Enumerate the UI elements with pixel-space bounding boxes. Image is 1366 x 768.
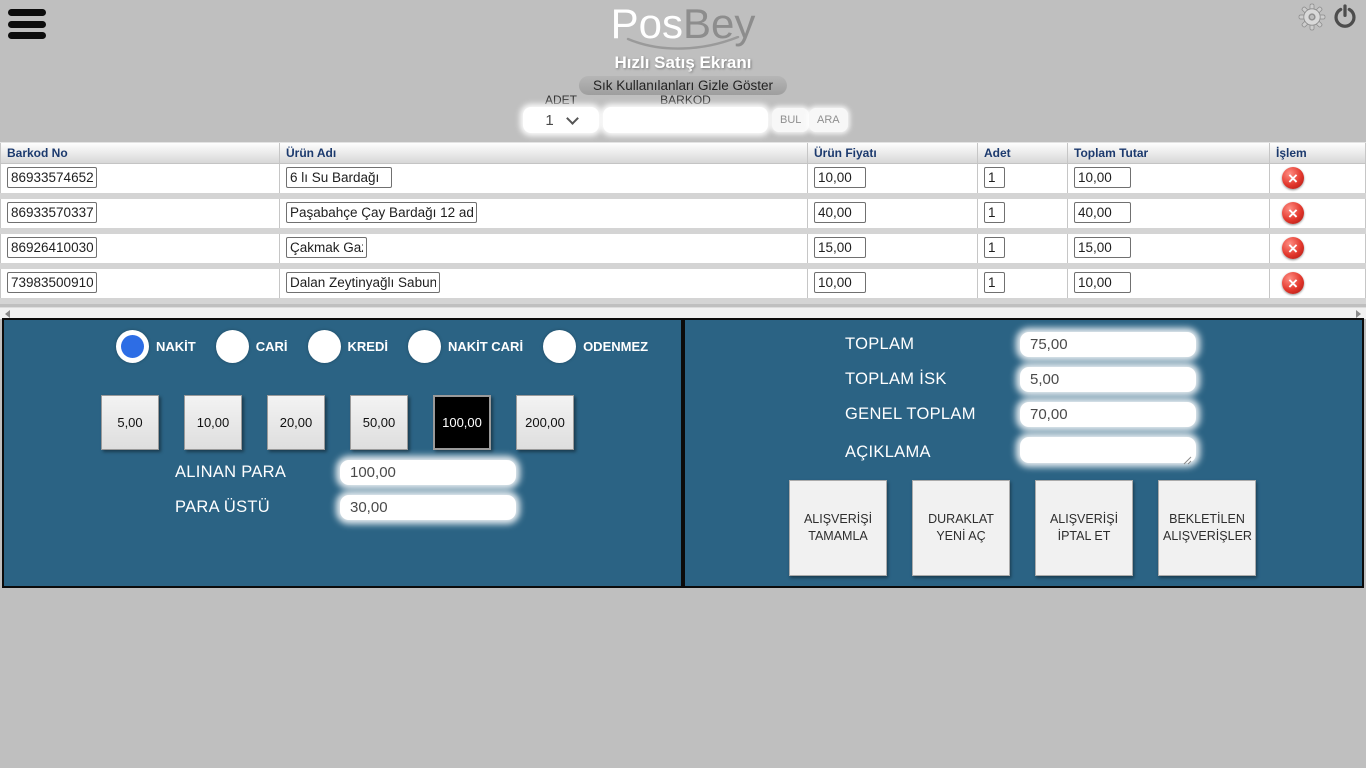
alinan-para-input[interactable] — [340, 460, 516, 485]
col-header-barkod-no: Barkod No — [0, 143, 280, 163]
radio-circle-icon — [116, 330, 149, 363]
col-header-islem: İşlem — [1270, 143, 1366, 163]
barcode-input[interactable] — [7, 167, 97, 188]
para-ustu-input[interactable] — [340, 495, 516, 520]
para-ustu-label: PARA ÜSTÜ — [175, 498, 270, 517]
action-button[interactable]: ALIŞVERİŞİ İPTAL ET — [1035, 480, 1133, 576]
total-input[interactable] — [1074, 237, 1131, 258]
col-header-adet: Adet — [978, 143, 1068, 163]
denomination-keys: 5,00 10,00 20,00 50,00 100,00 200,00 — [101, 395, 574, 450]
toplam-input[interactable] — [1020, 332, 1196, 357]
total-input[interactable] — [1074, 202, 1131, 223]
denomination-key[interactable]: 10,00 — [184, 395, 242, 450]
toplam-isk-label: TOPLAM İSK — [845, 370, 1020, 389]
denomination-key[interactable]: 5,00 — [101, 395, 159, 450]
action-buttons: ALIŞVERİŞİ TAMAMLA DURAKLAT YENİ AÇ ALIŞ… — [789, 480, 1256, 576]
payment-method-label: KREDİ — [348, 339, 388, 354]
toplam-label: TOPLAM — [845, 335, 1020, 354]
action-button[interactable]: DURAKLAT YENİ AÇ — [912, 480, 1010, 576]
aciklama-label: AÇIKLAMA — [845, 443, 1020, 462]
table-row: × — [0, 234, 1366, 269]
denomination-key[interactable]: 20,00 — [267, 395, 325, 450]
barkod-label: BARKOD — [603, 93, 768, 107]
logo-swoosh — [623, 36, 743, 52]
scroll-right-arrow-icon[interactable] — [1356, 310, 1361, 318]
quantity-input[interactable] — [984, 202, 1005, 223]
alinan-para-label: ALINAN PARA — [175, 463, 286, 482]
payment-method-radio[interactable]: NAKİT — [116, 330, 196, 363]
ara-button[interactable]: ARA — [809, 108, 848, 132]
action-button[interactable]: ALIŞVERİŞİ TAMAMLA — [789, 480, 887, 576]
price-input[interactable] — [814, 237, 866, 258]
quantity-select-value: 1 — [545, 112, 553, 129]
barcode-input[interactable] — [7, 272, 97, 293]
payment-method-label: CARİ — [256, 339, 288, 354]
pos-quick-sale-screen: PosBey Hızlı Satış Ekran — [0, 0, 1366, 768]
action-button[interactable]: BEKLETİLEN ALIŞVERİŞLER — [1158, 480, 1256, 576]
payment-method-radio[interactable]: ODENMEZ — [543, 330, 648, 363]
scroll-left-arrow-icon[interactable] — [5, 310, 10, 318]
radio-circle-icon — [216, 330, 249, 363]
price-input[interactable] — [814, 202, 866, 223]
col-header-urun-fiyati: Ürün Fiyatı — [808, 143, 978, 163]
product-name-input[interactable] — [286, 237, 367, 258]
payment-method-group: NAKİT CARİ KREDİ NAKİT CARİ — [116, 330, 648, 363]
total-input[interactable] — [1074, 167, 1131, 188]
settings-gear-icon[interactable] — [1298, 3, 1326, 31]
payment-method-label: NAKİT CARİ — [448, 339, 523, 354]
delete-row-icon[interactable]: × — [1282, 237, 1304, 259]
product-name-input[interactable] — [286, 272, 440, 293]
total-input[interactable] — [1074, 272, 1131, 293]
price-input[interactable] — [814, 167, 866, 188]
page-title: Hızlı Satış Ekranı — [0, 53, 1366, 73]
genel-toplam-label: GENEL TOPLAM — [845, 405, 1020, 424]
barcode-input[interactable] — [7, 202, 97, 223]
radio-circle-icon — [408, 330, 441, 363]
table-row: × — [0, 199, 1366, 234]
delete-row-icon[interactable]: × — [1282, 272, 1304, 294]
delete-row-icon[interactable]: × — [1282, 167, 1304, 189]
radio-circle-icon — [308, 330, 341, 363]
table-row: × — [0, 164, 1366, 199]
payment-method-radio[interactable]: NAKİT CARİ — [408, 330, 523, 363]
table-body: × × × — [0, 164, 1366, 304]
payment-method-radio[interactable]: KREDİ — [308, 330, 388, 363]
quantity-input[interactable] — [984, 167, 1005, 188]
toplam-isk-input[interactable] — [1020, 367, 1196, 392]
price-input[interactable] — [814, 272, 866, 293]
table-row: × — [0, 269, 1366, 304]
quantity-input[interactable] — [984, 237, 1005, 258]
quantity-input[interactable] — [984, 272, 1005, 293]
genel-toplam-input[interactable] — [1020, 402, 1196, 427]
product-name-input[interactable] — [286, 202, 477, 223]
sale-items-table: Barkod No Ürün Adı Ürün Fiyatı Adet Topl… — [0, 142, 1366, 304]
product-name-input[interactable] — [286, 167, 392, 188]
bul-button[interactable]: BUL — [772, 108, 809, 132]
col-header-urun-adi: Ürün Adı — [280, 143, 808, 163]
delete-row-icon[interactable]: × — [1282, 202, 1304, 224]
denomination-key[interactable]: 200,00 — [516, 395, 574, 450]
denomination-key[interactable]: 50,00 — [350, 395, 408, 450]
denomination-key[interactable]: 100,00 — [433, 395, 491, 450]
adet-label: ADET — [523, 93, 599, 107]
radio-circle-icon — [543, 330, 576, 363]
payment-method-label: NAKİT — [156, 339, 196, 354]
quantity-select[interactable]: 1 — [523, 107, 599, 133]
payment-method-label: ODENMEZ — [583, 339, 648, 354]
power-icon[interactable] — [1332, 4, 1358, 31]
chevron-down-icon — [566, 112, 579, 125]
totals-panel: TOPLAM TOPLAM İSK GENEL TOPLAM AÇIKLAMA … — [683, 318, 1364, 588]
col-header-toplam-tutar: Toplam Tutar — [1068, 143, 1270, 163]
barcode-search-input[interactable] — [603, 107, 768, 133]
barcode-input[interactable] — [7, 237, 97, 258]
table-header-row: Barkod No Ürün Adı Ürün Fiyatı Adet Topl… — [0, 142, 1366, 164]
aciklama-textarea[interactable] — [1020, 437, 1196, 463]
payment-panel: NAKİT CARİ KREDİ NAKİT CARİ — [2, 318, 683, 588]
payment-method-radio[interactable]: CARİ — [216, 330, 288, 363]
